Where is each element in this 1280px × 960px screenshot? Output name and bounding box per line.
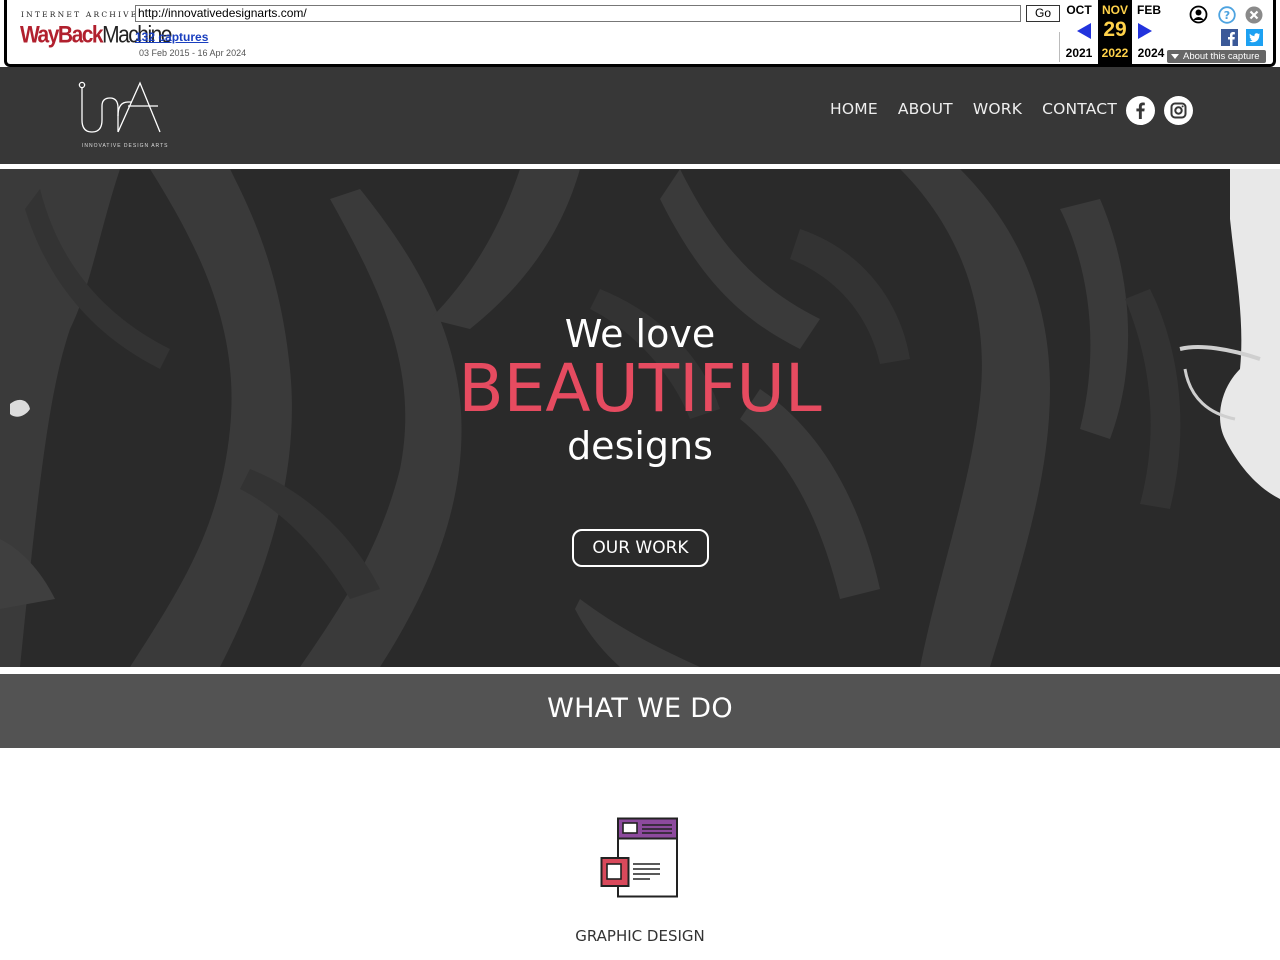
wayback-toolbar: INTERNET ARCHIVE WayBackMachine http://i… bbox=[0, 0, 1280, 67]
wayback-capture-range: 03 Feb 2015 - 16 Apr 2024 bbox=[139, 48, 247, 58]
facebook-icon bbox=[1136, 102, 1145, 119]
facebook-link[interactable] bbox=[1126, 96, 1155, 125]
help-icon[interactable]: ? bbox=[1218, 6, 1236, 24]
close-icon[interactable] bbox=[1245, 6, 1263, 24]
wayback-prev-year[interactable]: 2021 bbox=[1059, 46, 1099, 60]
wayback-captures-link[interactable]: 132 captures bbox=[135, 30, 208, 44]
instagram-link[interactable] bbox=[1164, 96, 1193, 125]
what-we-do-band: WHAT WE DO bbox=[0, 674, 1280, 748]
logo-tagline: INNOVATIVE DESIGN ARTS bbox=[82, 143, 169, 149]
wayback-current-day: 29 bbox=[1103, 18, 1127, 41]
instagram-icon bbox=[1170, 102, 1187, 119]
svg-text:?: ? bbox=[1224, 9, 1230, 22]
graphic-design-icon bbox=[600, 817, 678, 898]
service-title-graphic-design: GRAPHIC DESIGN bbox=[575, 927, 705, 945]
hero-line-3: designs bbox=[567, 424, 713, 468]
hero-section: We love BEAUTIFUL designs OUR WORK bbox=[0, 169, 1280, 667]
chevron-down-icon bbox=[1171, 54, 1179, 59]
site-header: INNOVATIVE DESIGN ARTS HOME ABOUT WORK C… bbox=[0, 67, 1280, 164]
wayback-logo-way: WayBack bbox=[20, 22, 104, 49]
wayback-prev-month[interactable]: OCT bbox=[1059, 3, 1099, 17]
wayback-logo[interactable]: INTERNET ARCHIVE WayBackMachine bbox=[20, 10, 172, 50]
twitter-share-icon[interactable] bbox=[1246, 29, 1263, 46]
nav-about[interactable]: ABOUT bbox=[898, 100, 953, 118]
wayback-logo-ia-text: INTERNET ARCHIVE bbox=[21, 10, 139, 19]
wayback-current-year: 2022 bbox=[1101, 46, 1129, 60]
wayback-next-year[interactable]: 2024 bbox=[1131, 46, 1171, 60]
wayback-url-input[interactable]: http://innovativedesignarts.com/ bbox=[135, 5, 1021, 22]
facebook-share-icon[interactable] bbox=[1221, 29, 1238, 46]
what-we-do-title: WHAT WE DO bbox=[547, 693, 733, 724]
nav-home[interactable]: HOME bbox=[830, 100, 878, 118]
wayback-next-arrow-icon[interactable] bbox=[1138, 23, 1152, 39]
hero-headline: BEAUTIFUL bbox=[458, 350, 822, 427]
main-nav: HOME ABOUT WORK CONTACT bbox=[830, 100, 1117, 118]
user-account-icon[interactable] bbox=[1189, 5, 1208, 24]
our-work-button[interactable]: OUR WORK bbox=[572, 529, 709, 567]
nav-contact[interactable]: CONTACT bbox=[1042, 100, 1117, 118]
about-capture-button[interactable]: About this capture bbox=[1167, 50, 1266, 63]
about-capture-label: About this capture bbox=[1183, 51, 1260, 62]
wayback-current-month: NOV bbox=[1101, 3, 1128, 17]
nav-work[interactable]: WORK bbox=[973, 100, 1022, 118]
hero-divider bbox=[0, 667, 1280, 674]
wayback-prev-arrow-icon[interactable] bbox=[1077, 23, 1091, 39]
wayback-current-date: NOV 29 2022 bbox=[1098, 0, 1132, 64]
wayback-next-month[interactable]: FEB bbox=[1129, 3, 1169, 17]
site-logo[interactable]: INNOVATIVE DESIGN ARTS bbox=[78, 80, 168, 150]
ida-logo-mark-icon bbox=[78, 81, 161, 133]
wayback-go-button[interactable]: Go bbox=[1026, 5, 1060, 22]
